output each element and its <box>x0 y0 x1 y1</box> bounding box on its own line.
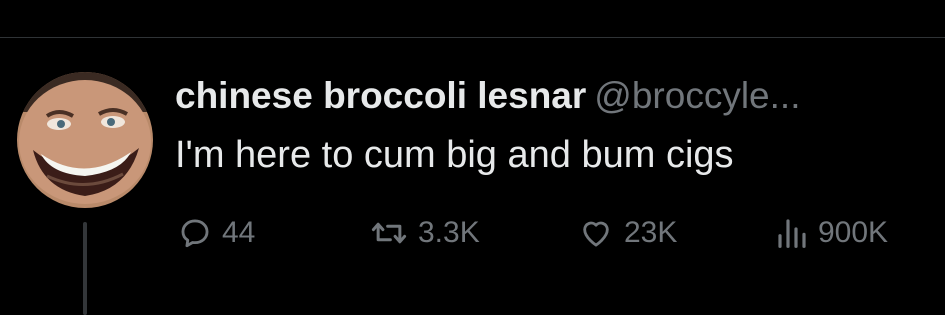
reply-icon <box>181 219 209 248</box>
views-count: 900K <box>818 216 889 249</box>
retweet-button[interactable]: 3.3K <box>370 212 480 254</box>
top-divider <box>0 37 945 38</box>
user-handle[interactable]: @broccyle... <box>594 75 800 116</box>
heart-icon <box>583 221 609 247</box>
views-button[interactable]: 900K <box>776 212 888 254</box>
thread-line <box>83 222 87 315</box>
views-icon <box>778 219 806 248</box>
display-name[interactable]: chinese broccoli lesnar <box>175 75 586 116</box>
like-button[interactable]: 23K <box>578 212 677 254</box>
tweet-text: I'm here to cum big and bum cigs <box>175 134 734 176</box>
retweet-icon <box>371 222 407 244</box>
avatar[interactable] <box>17 72 153 208</box>
like-count: 23K <box>624 216 678 249</box>
reply-count: 44 <box>222 216 256 249</box>
reply-button[interactable]: 44 <box>178 212 255 254</box>
avatar-photo <box>17 72 153 208</box>
tweet-header: chinese broccoli lesnar @broccyle... <box>175 74 935 118</box>
retweet-count: 3.3K <box>418 216 480 249</box>
